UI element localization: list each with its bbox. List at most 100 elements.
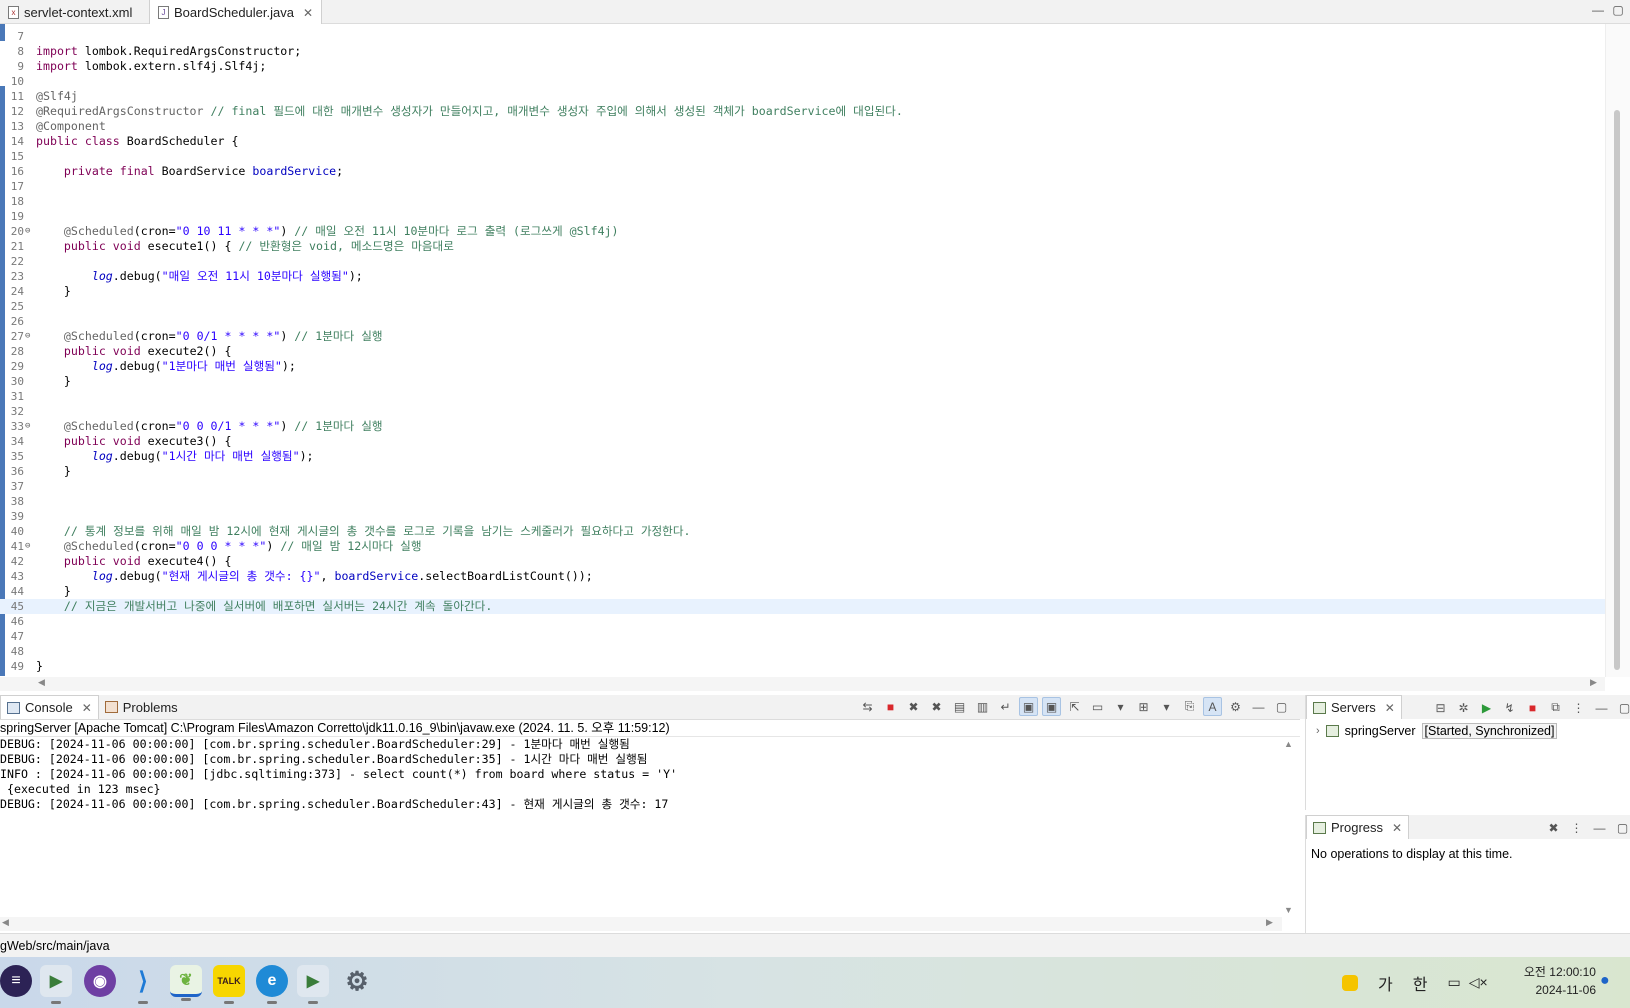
- view-menu-icon[interactable]: ⋮: [1567, 818, 1586, 837]
- maximize-icon[interactable]: ▢: [1613, 818, 1630, 837]
- close-icon[interactable]: ✕: [1385, 701, 1395, 715]
- publish-icon[interactable]: ⧉: [1546, 698, 1565, 717]
- tab-problems[interactable]: Problems: [99, 695, 184, 719]
- scroll-down-icon[interactable]: ▼: [1284, 905, 1293, 915]
- code-line[interactable]: 36 }: [0, 464, 1605, 479]
- copy-icon[interactable]: ⎘: [1180, 697, 1199, 716]
- tab-servers[interactable]: Servers ✕: [1306, 695, 1402, 719]
- maximize-icon[interactable]: ▢: [1610, 2, 1626, 18]
- code-line[interactable]: 45 // 지금은 개발서버고 나중에 실서버에 배포하면 실서버는 24시간 …: [0, 599, 1605, 614]
- code-line[interactable]: 29 log.debug("1분마다 매번 실행됨");: [0, 359, 1605, 374]
- code-line[interactable]: 11 @Slf4j: [0, 89, 1605, 104]
- fold-toggle-icon[interactable]: ⊖: [25, 419, 30, 434]
- pin-console-icon[interactable]: ⇱: [1065, 697, 1084, 716]
- show-stdout-icon[interactable]: ▣: [1019, 697, 1038, 716]
- kakaotalk-icon[interactable]: TALK: [213, 965, 245, 1004]
- tab-board-scheduler[interactable]: J BoardScheduler.java ✕: [149, 0, 323, 25]
- tab-console[interactable]: Console ✕: [0, 695, 99, 719]
- console-output[interactable]: springServer [Apache Tomcat] C:\Program …: [0, 719, 1300, 933]
- close-icon[interactable]: ✕: [82, 701, 92, 715]
- scroll-right-icon[interactable]: ▶: [1266, 917, 1273, 928]
- settings-gear-icon[interactable]: ⚙: [341, 965, 373, 997]
- clear-console-icon[interactable]: ▤: [950, 697, 969, 716]
- highlight-icon[interactable]: A: [1203, 697, 1222, 716]
- edge-icon[interactable]: e: [256, 965, 288, 1004]
- spring-tool-icon[interactable]: ❦: [170, 965, 202, 1001]
- scroll-left-icon[interactable]: ◀: [38, 677, 45, 688]
- github-icon[interactable]: ◉: [84, 965, 116, 997]
- code-line[interactable]: 41 ⊖ @Scheduled(cron="0 0 0 * * *") // 매일…: [0, 539, 1605, 554]
- minimize-icon[interactable]: —: [1590, 818, 1609, 837]
- fold-toggle-icon[interactable]: ⊖: [25, 224, 30, 239]
- console-horizontal-scrollbar[interactable]: ◀ ▶: [0, 917, 1282, 931]
- editor-horizontal-scrollbar[interactable]: ◀ ▶: [0, 677, 1605, 691]
- code-line[interactable]: 22: [0, 254, 1605, 269]
- code-line[interactable]: 32: [0, 404, 1605, 419]
- code-line[interactable]: 26: [0, 314, 1605, 329]
- editor-vertical-scrollbar[interactable]: [1605, 24, 1630, 677]
- chevron-down-icon[interactable]: ▾: [1157, 697, 1176, 716]
- remove-all-icon[interactable]: ✖: [1544, 818, 1563, 837]
- code-line[interactable]: 38: [0, 494, 1605, 509]
- fold-toggle-icon[interactable]: ⊖: [25, 329, 30, 344]
- code-line[interactable]: 23 log.debug("매일 오전 11시 10분마다 실행됨");: [0, 269, 1605, 284]
- network-icon[interactable]: ▭: [1447, 974, 1460, 991]
- code-line[interactable]: 39: [0, 509, 1605, 524]
- debug-icon[interactable]: ✲: [1454, 698, 1473, 717]
- show-stderr-icon[interactable]: ▣: [1042, 697, 1061, 716]
- code-line[interactable]: 33 ⊖ @Scheduled(cron="0 0 0/1 * * *") // …: [0, 419, 1605, 434]
- remove-all-icon[interactable]: ✖: [927, 697, 946, 716]
- code-line[interactable]: 46: [0, 614, 1605, 629]
- code-line[interactable]: 10: [0, 74, 1605, 89]
- close-icon[interactable]: ✕: [1392, 821, 1402, 835]
- code-line[interactable]: 43 log.debug("현재 게시글의 총 갯수: {}", boardSe…: [0, 569, 1605, 584]
- code-line[interactable]: 28 public void execute2() {: [0, 344, 1605, 359]
- code-line[interactable]: 27 ⊖ @Scheduled(cron="0 0/1 * * * *") // …: [0, 329, 1605, 344]
- clock[interactable]: 오전 12:00:10 2024-11-06: [1510, 963, 1596, 999]
- console-vertical-scrollbar[interactable]: ▲ ▼: [1282, 739, 1296, 915]
- scroll-left-icon[interactable]: ◀: [2, 917, 9, 928]
- chevron-right-icon[interactable]: ›: [1316, 725, 1320, 737]
- gear-icon[interactable]: ⚙: [1226, 697, 1245, 716]
- profile-icon[interactable]: ↯: [1500, 698, 1519, 717]
- code-line[interactable]: 25: [0, 299, 1605, 314]
- code-line[interactable]: 16 private final BoardService boardServi…: [0, 164, 1605, 179]
- ime-mode[interactable]: 가: [1378, 971, 1393, 995]
- notification-bell-icon[interactable]: ●: [1600, 972, 1610, 990]
- display-console-icon[interactable]: ▭: [1088, 697, 1107, 716]
- view-menu-icon[interactable]: ⋮: [1569, 698, 1588, 717]
- link-icon[interactable]: ⇆: [858, 697, 877, 716]
- open-console-icon[interactable]: ⊞: [1134, 697, 1153, 716]
- code-line[interactable]: 12 @RequiredArgsConstructor // final 필드에 …: [0, 104, 1605, 119]
- code-line[interactable]: 42 public void execute4() {: [0, 554, 1605, 569]
- run-app-icon[interactable]: ▶: [297, 965, 329, 1004]
- scroll-up-icon[interactable]: ▲: [1284, 739, 1293, 749]
- tab-servlet-context[interactable]: x servlet-context.xml: [0, 0, 140, 24]
- word-wrap-icon[interactable]: ↵: [996, 697, 1015, 716]
- eclipse-icon[interactable]: ≡: [0, 965, 32, 997]
- tab-progress[interactable]: Progress ✕: [1306, 815, 1410, 839]
- code-line[interactable]: 49}: [0, 659, 1605, 674]
- collapse-icon[interactable]: ⊟: [1431, 698, 1450, 717]
- maximize-icon[interactable]: ▢: [1615, 698, 1630, 717]
- code-line[interactable]: 21 public void esecute1() { // 반환형은 void…: [0, 239, 1605, 254]
- code-line[interactable]: 37: [0, 479, 1605, 494]
- minimize-icon[interactable]: —: [1592, 698, 1611, 717]
- code-line[interactable]: 7: [0, 29, 1605, 44]
- scroll-right-icon[interactable]: ▶: [1590, 677, 1597, 688]
- code-line[interactable]: 8 import lombok.RequiredArgsConstructor;: [0, 44, 1605, 59]
- vscode-icon[interactable]: ⟩: [127, 965, 159, 1004]
- code-line[interactable]: 24 }: [0, 284, 1605, 299]
- ime-language[interactable]: 한: [1413, 971, 1428, 995]
- code-line[interactable]: 15: [0, 149, 1605, 164]
- chevron-down-icon[interactable]: ▾: [1111, 697, 1130, 716]
- code-line[interactable]: 44 }: [0, 584, 1605, 599]
- code-line[interactable]: 47: [0, 629, 1605, 644]
- code-line[interactable]: 14 public class BoardScheduler {: [0, 134, 1605, 149]
- code-line[interactable]: 40 // 통계 정보를 위해 매일 밤 12시에 현재 게시글의 총 갯수를 …: [0, 524, 1605, 539]
- code-line[interactable]: 13 @Component: [0, 119, 1605, 134]
- fold-toggle-icon[interactable]: ⊖: [25, 539, 30, 554]
- code-line[interactable]: 17: [0, 179, 1605, 194]
- code-line[interactable]: 20 ⊖ @Scheduled(cron="0 10 11 * * *") // …: [0, 224, 1605, 239]
- close-icon[interactable]: ✕: [303, 6, 313, 20]
